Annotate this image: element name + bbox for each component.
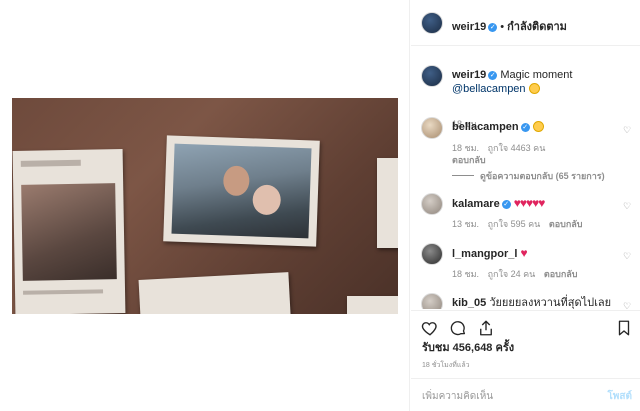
- comment-icon[interactable]: [449, 319, 467, 337]
- comment-username[interactable]: bellacampen: [452, 121, 519, 133]
- caption-username[interactable]: weir19: [452, 69, 486, 81]
- comment-username[interactable]: kalamare: [452, 198, 500, 210]
- caption-mention[interactable]: @bellacampen: [452, 83, 526, 95]
- avatar[interactable]: [421, 65, 443, 87]
- comment-username[interactable]: kib_05: [452, 297, 486, 309]
- follow-status-button[interactable]: กำลังติดตาม: [507, 21, 567, 33]
- polaroid-photo-center: [163, 135, 320, 247]
- comment-like-icon[interactable]: ♡: [623, 201, 633, 211]
- comment-likes[interactable]: ถูกใจ 595 คน: [488, 219, 541, 229]
- avatar[interactable]: [421, 117, 443, 139]
- comment-like-icon[interactable]: ♡: [623, 251, 633, 261]
- comment-input[interactable]: [422, 388, 592, 404]
- post-sidebar: weir19 ✓ • กำลังติดตาม weir19 ✓ Magic moment…: [411, 0, 640, 411]
- comments-list: weir19 ✓ Magic moment @bellacampen 18 ชม.…: [411, 47, 640, 309]
- reply-button[interactable]: ตอบกลับ: [452, 155, 486, 165]
- comment-likes[interactable]: ถูกใจ 24 คน: [488, 269, 536, 279]
- polaroid-photo-left: [12, 149, 126, 314]
- heart-icon[interactable]: [421, 319, 439, 337]
- comment-like-icon[interactable]: ♡: [623, 125, 633, 135]
- post-header: weir19 ✓ • กำลังติดตาม: [411, 0, 640, 46]
- view-replies-button[interactable]: ดูข้อความตอบกลับ (65 รายการ): [452, 169, 605, 183]
- bookmark-icon[interactable]: [615, 319, 633, 337]
- polaroid-photo-right: [347, 296, 398, 314]
- comment-like-icon[interactable]: ♡: [623, 301, 633, 309]
- avatar[interactable]: [421, 193, 443, 215]
- comment-text: ♥: [520, 246, 527, 260]
- post-timestamp[interactable]: 18 ชั่วโมงที่แล้ว: [422, 360, 470, 371]
- verified-badge-icon: ✓: [488, 23, 498, 32]
- avatar[interactable]: [421, 293, 443, 309]
- smiling-face-icon: [532, 121, 544, 132]
- reply-button[interactable]: ตอบกลับ: [549, 219, 583, 229]
- comment-time[interactable]: 18 ชม.: [452, 143, 479, 153]
- view-count[interactable]: รับชม 456,648 ครั้ง: [422, 338, 514, 356]
- post-video[interactable]: [12, 98, 398, 314]
- header-username[interactable]: weir19: [452, 21, 486, 33]
- avatar[interactable]: [421, 12, 443, 34]
- polaroid-photo-bottom: [138, 272, 292, 314]
- avatar[interactable]: [421, 243, 443, 265]
- post-media-area: [0, 0, 410, 411]
- caption-text: Magic moment: [500, 69, 573, 81]
- comment-username[interactable]: l_mangpor_l: [452, 248, 517, 260]
- post-actions: [411, 310, 640, 340]
- comment-time[interactable]: 13 ชม.: [452, 219, 479, 229]
- comment-time[interactable]: 18 ชม.: [452, 269, 479, 279]
- comment-composer: โพสต์: [411, 378, 640, 411]
- comment-likes[interactable]: ถูกใจ 4463 คน: [488, 143, 546, 153]
- reply-button[interactable]: ตอบกลับ: [544, 269, 578, 279]
- verified-badge-icon: ✓: [488, 71, 498, 80]
- wall-shadow: [377, 158, 398, 248]
- verified-badge-icon: ✓: [520, 123, 530, 132]
- comment-text: ♥♥♥♥♥: [513, 196, 546, 210]
- verified-badge-icon: ✓: [501, 200, 511, 209]
- winking-face-icon: [528, 83, 540, 94]
- share-icon[interactable]: [477, 319, 495, 337]
- post-comment-button[interactable]: โพสต์: [607, 389, 632, 404]
- comment-text: วัยยยยลงหวานที่สุดไปเลย: [489, 297, 612, 309]
